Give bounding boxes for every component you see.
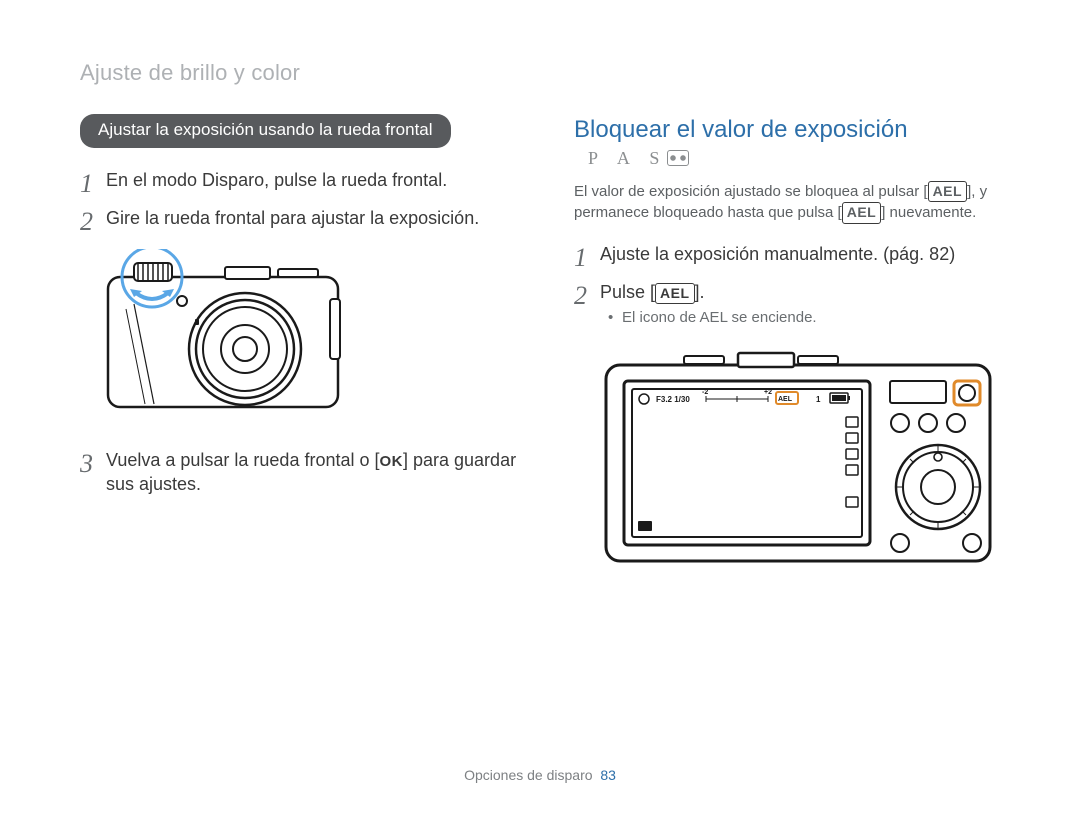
- camera-front-illustration: [90, 249, 526, 424]
- camera-rear-illustration: F3.2 1/30 -2 +2 AEL 1: [598, 347, 1020, 577]
- mode-indicators: P A S: [588, 146, 689, 170]
- page-footer: Opciones de disparo 83: [0, 767, 1080, 783]
- manual-page: Ajuste de brillo y color Ajustar la expo…: [0, 0, 1080, 815]
- left-column: Ajustar la exposición usando la rueda fr…: [80, 114, 526, 577]
- svg-text:+2: +2: [764, 389, 772, 396]
- steps-right: Ajuste la exposición manualmente. (pág. …: [574, 242, 1020, 329]
- intro-a: El valor de exposición ajustado se bloqu…: [574, 183, 928, 200]
- step-r1: Ajuste la exposición manualmente. (pág. …: [574, 242, 1020, 266]
- step-1: En el modo Disparo, pulse la rueda front…: [80, 168, 526, 192]
- ok-button-label: OK: [380, 452, 404, 472]
- footer-label: Opciones de disparo: [464, 767, 592, 783]
- step-r2-b: ].: [695, 282, 705, 302]
- ael-icon: AEL: [655, 283, 695, 304]
- bullet-1: El icono de AEL se enciende.: [622, 308, 1020, 328]
- step-3-text-a: Vuelva a pulsar la rueda frontal o [: [106, 450, 380, 470]
- svg-text:-2: -2: [702, 389, 708, 396]
- step-2: Gire la rueda frontal para ajustar la ex…: [80, 206, 526, 230]
- intro-c: ] nuevamente.: [881, 204, 976, 221]
- heading-row: Bloquear el valor de exposición P A S: [574, 114, 1020, 173]
- steps-left-1: En el modo Disparo, pulse la rueda front…: [80, 168, 526, 231]
- intro-text: El valor de exposición ajustado se bloqu…: [574, 181, 1020, 224]
- subsection-pill: Ajustar la exposición usando la rueda fr…: [80, 114, 451, 148]
- page-number: 83: [600, 767, 616, 783]
- lcd-exposure-text: F3.2 1/30: [656, 395, 690, 404]
- right-column: Bloquear el valor de exposición P A S El…: [574, 114, 1020, 577]
- step-3: Vuelva a pulsar la rueda frontal o [OK] …: [80, 448, 526, 497]
- step-r2-a: Pulse [: [600, 282, 655, 302]
- steps-left-2: Vuelva a pulsar la rueda frontal o [OK] …: [80, 448, 526, 497]
- svg-text:1: 1: [816, 395, 821, 404]
- step-r2: Pulse [AEL]. El icono de AEL se enciende…: [574, 280, 1020, 329]
- movie-mode-icon: [667, 150, 689, 166]
- ael-icon: AEL: [928, 181, 968, 203]
- svg-text:AEL: AEL: [778, 396, 793, 403]
- section-title: Ajuste de brillo y color: [80, 60, 1020, 86]
- two-column-layout: Ajustar la exposición usando la rueda fr…: [80, 114, 1020, 577]
- mode-letters: P A S: [588, 148, 667, 168]
- right-heading: Bloquear el valor de exposición: [574, 116, 908, 143]
- bullet-list: El icono de AEL se enciende.: [600, 308, 1020, 328]
- ael-icon: AEL: [842, 202, 882, 224]
